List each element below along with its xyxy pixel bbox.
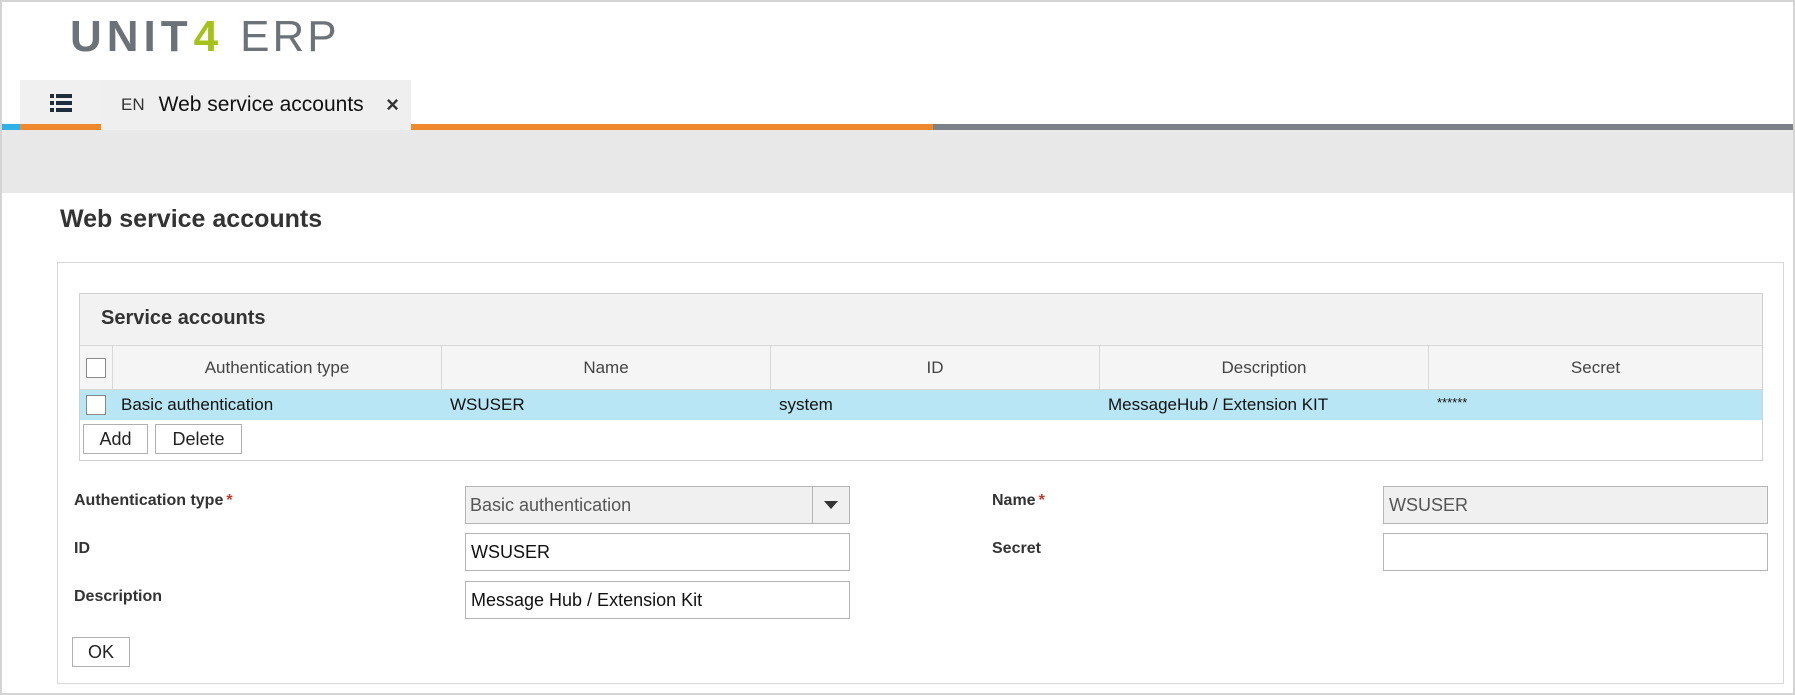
column-header-name[interactable]: Name bbox=[442, 346, 771, 390]
description-field[interactable] bbox=[465, 581, 850, 619]
grid-column-headers: Authentication type Name ID Description … bbox=[80, 346, 1762, 390]
auth-type-label: Authentication type * bbox=[74, 492, 233, 510]
id-field[interactable] bbox=[465, 533, 850, 571]
delete-button[interactable]: Delete bbox=[155, 424, 242, 454]
select-all-checkbox[interactable] bbox=[86, 358, 106, 378]
tab-web-service-accounts[interactable]: EN Web service accounts × bbox=[101, 80, 411, 130]
secret-label: Secret bbox=[992, 540, 1041, 557]
logo-four-text: 4 bbox=[193, 12, 219, 61]
row-id: system bbox=[779, 395, 833, 414]
table-row[interactable]: Basic authentication WSUSER system Messa… bbox=[80, 390, 1762, 420]
name-label: Name * bbox=[992, 492, 1045, 510]
tab-bar: EN Web service accounts × bbox=[0, 80, 1795, 130]
select-all-cell bbox=[80, 346, 113, 390]
chevron-down-icon[interactable] bbox=[812, 487, 849, 523]
tab-language-code: EN bbox=[121, 95, 145, 114]
row-name: WSUSER bbox=[450, 395, 525, 414]
ok-button[interactable]: OK bbox=[72, 637, 130, 667]
required-mark: * bbox=[226, 492, 233, 509]
grid-header: Service accounts bbox=[80, 294, 1762, 346]
page-title: Web service accounts bbox=[60, 205, 323, 233]
column-header-auth-type[interactable]: Authentication type bbox=[113, 346, 442, 390]
row-select-cell bbox=[80, 390, 113, 420]
auth-type-label-text: Authentication type bbox=[74, 492, 224, 509]
row-secret: ****** bbox=[1437, 395, 1468, 410]
add-button[interactable]: Add bbox=[83, 424, 148, 454]
row-auth-type: Basic authentication bbox=[121, 395, 274, 414]
logo-erp-text: ERP bbox=[240, 12, 340, 61]
name-field[interactable] bbox=[1383, 486, 1768, 524]
list-menu-icon bbox=[49, 93, 72, 118]
row-checkbox[interactable] bbox=[86, 395, 106, 415]
name-label-text: Name bbox=[992, 492, 1036, 509]
menu-button[interactable] bbox=[20, 80, 101, 130]
column-header-description[interactable]: Description bbox=[1100, 346, 1429, 390]
description-label: Description bbox=[74, 588, 163, 605]
service-accounts-grid: Service accounts Authentication type Nam… bbox=[79, 293, 1763, 461]
header-band bbox=[2, 130, 1793, 193]
grid-title: Service accounts bbox=[101, 307, 266, 329]
column-header-id[interactable]: ID bbox=[771, 346, 1100, 390]
logo-unit-text: UNIT bbox=[70, 12, 193, 61]
auth-type-select-value: Basic authentication bbox=[470, 495, 632, 515]
tab-title: Web service accounts bbox=[158, 93, 364, 116]
unit4-erp-logo: UNIT 4 ERP bbox=[70, 12, 340, 62]
secret-field[interactable] bbox=[1383, 533, 1768, 571]
id-label: ID bbox=[74, 540, 90, 557]
required-mark: * bbox=[1038, 492, 1045, 509]
close-icon[interactable]: × bbox=[386, 92, 399, 118]
column-header-secret[interactable]: Secret bbox=[1429, 346, 1762, 390]
auth-type-select[interactable]: Basic authentication bbox=[465, 486, 850, 524]
row-description: MessageHub / Extension KIT bbox=[1108, 395, 1329, 414]
